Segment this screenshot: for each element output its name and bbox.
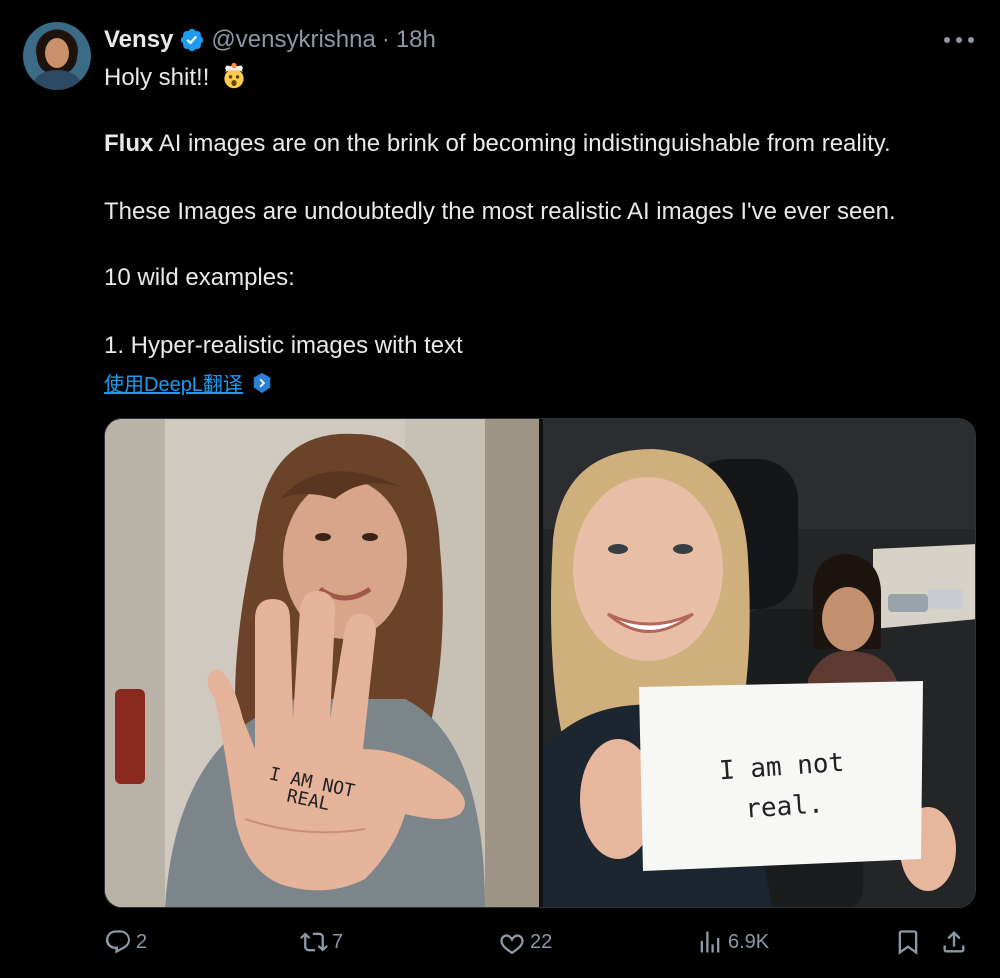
tweet-time[interactable]: 18h — [396, 26, 436, 54]
heart-icon — [500, 934, 524, 955]
media-photo-left[interactable]: I AM NOT REAL — [105, 419, 539, 907]
author-name[interactable]: Vensy — [104, 26, 173, 54]
translate-link-text[interactable]: 使用DeepL翻译 — [104, 368, 243, 397]
bookmark-icon — [898, 930, 918, 955]
share-icon — [943, 931, 965, 953]
tweet-line-5: 1. Hyper-realistic images with text — [104, 332, 463, 359]
separator-dot: · — [381, 26, 390, 53]
tweet-text-exclaim: Holy shit!! — [104, 64, 210, 91]
like-button[interactable]: 22 — [498, 928, 552, 956]
tweet-text-flux-rest: AI images are on the brink of becoming i… — [153, 130, 891, 157]
view-count: 6.9K — [728, 930, 770, 953]
verified-badge-icon — [181, 28, 204, 52]
share-button[interactable] — [940, 928, 972, 956]
repost-button[interactable]: 7 — [300, 928, 343, 956]
repost-icon — [300, 932, 328, 952]
photo-right-illustration — [543, 419, 975, 907]
translate-link[interactable]: 使用DeepL翻译 — [104, 368, 273, 397]
repost-count: 7 — [332, 930, 344, 953]
paper-writing: I am not real. — [718, 747, 846, 825]
reply-count: 2 — [136, 930, 148, 953]
views-button[interactable]: 6.9K — [696, 928, 769, 956]
media-photo-right[interactable]: I am not real. — [543, 419, 975, 907]
more-dot — [956, 37, 962, 43]
bookmark-button[interactable] — [894, 928, 926, 956]
avatar-body — [33, 70, 81, 90]
tweet-line-2: Flux AI images are on the brink of becom… — [104, 128, 891, 160]
more-dot — [968, 37, 974, 43]
tweet-header: Vensy @vensykrishna · 18h — [104, 24, 436, 56]
more-options-icon[interactable] — [944, 34, 974, 46]
author-avatar[interactable] — [23, 22, 91, 90]
avatar-face — [45, 38, 69, 68]
deepl-icon — [253, 372, 271, 393]
tweet-bold-flux: Flux — [104, 130, 154, 157]
tweet-actions: 2 7 22 6.9K — [104, 924, 976, 964]
analytics-icon — [700, 931, 720, 953]
like-count: 22 — [530, 930, 553, 953]
more-dot — [944, 37, 950, 43]
photo-left-illustration — [105, 419, 539, 907]
author-handle[interactable]: @vensykrishna — [211, 26, 375, 54]
exploding-head-emoji-icon — [224, 62, 244, 89]
tweet-line-3: These Images are undoubtedly the most re… — [104, 198, 896, 225]
tweet-line-1: Holy shit!! — [104, 62, 248, 94]
tweet-media[interactable]: I AM NOT REAL I am not real. — [104, 418, 976, 908]
tweet-line-4: 10 wild examples: — [104, 264, 295, 291]
reply-button[interactable]: 2 — [104, 928, 147, 956]
reply-icon — [105, 930, 130, 954]
